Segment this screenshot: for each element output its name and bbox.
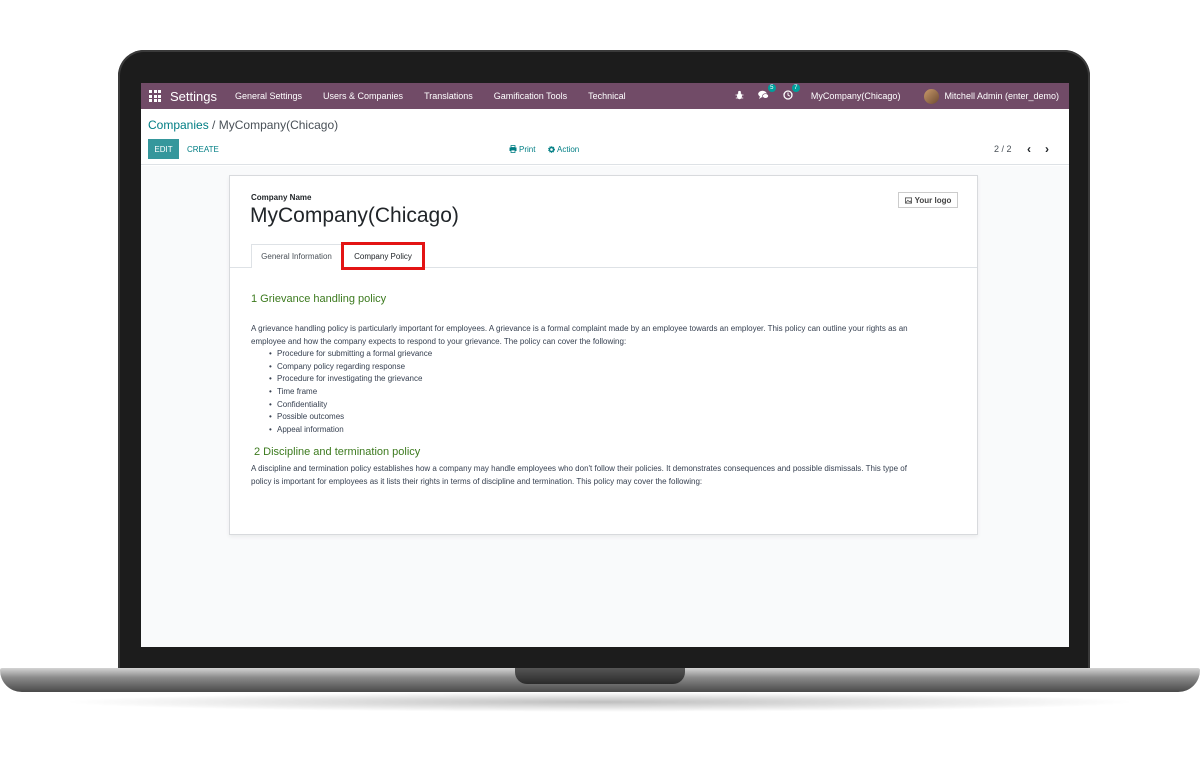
app-title[interactable]: Settings — [170, 89, 217, 104]
list-item: Confidentiality — [269, 399, 432, 412]
clock-icon[interactable]: 7 — [783, 83, 800, 103]
bug-icon[interactable] — [735, 90, 744, 103]
user-name: Mitchell Admin (enter_demo) — [944, 91, 1059, 101]
logo-label: Your logo — [914, 195, 952, 205]
list-item: Time frame — [269, 386, 432, 399]
section-title-discipline: 2 Discipline and termination policy — [254, 446, 421, 458]
pager-previous-icon[interactable]: ‹ — [1027, 139, 1031, 159]
image-icon — [904, 196, 912, 204]
logo-button[interactable]: Your logo — [898, 192, 958, 208]
tab-general-information[interactable]: General Information — [251, 244, 342, 268]
action-label: Action — [557, 144, 580, 154]
laptop-notch — [515, 668, 685, 684]
edit-button[interactable]: EDIT — [148, 139, 179, 159]
action-button[interactable]: Action — [548, 139, 579, 159]
pager-value[interactable]: 2 / 2 — [994, 139, 1012, 159]
list-item: Company policy regarding response — [269, 361, 432, 374]
form-tabs: General Information Company Policy — [230, 242, 977, 270]
screen: Settings General Settings Users & Compan… — [141, 83, 1069, 647]
breadcrumb-separator: / — [212, 118, 216, 132]
chat-icon[interactable]: 5 — [758, 83, 776, 103]
menu-general-settings[interactable]: General Settings — [235, 91, 302, 101]
user-menu[interactable]: Mitchell Admin (enter_demo) — [924, 88, 1059, 104]
company-name[interactable]: MyCompany(Chicago) — [250, 204, 459, 228]
apps-grid-icon[interactable] — [148, 89, 162, 103]
company-switcher[interactable]: MyCompany(Chicago) — [811, 91, 901, 101]
list-item: Procedure for investigating the grievanc… — [269, 373, 432, 386]
menu-gamification-tools[interactable]: Gamification Tools — [494, 91, 567, 101]
messages-badge: 5 — [767, 83, 776, 92]
list-item: Procedure for submitting a formal grieva… — [269, 348, 432, 361]
breadcrumb-companies[interactable]: Companies — [148, 118, 209, 132]
breadcrumb-current: MyCompany(Chicago) — [218, 118, 339, 132]
activities-badge: 7 — [791, 83, 800, 92]
menu-users-companies[interactable]: Users & Companies — [323, 91, 403, 101]
print-icon — [509, 145, 517, 153]
tab-company-policy[interactable]: Company Policy — [343, 244, 423, 268]
section1-paragraph-line1: A grievance handling policy is particula… — [251, 324, 908, 333]
gear-icon — [548, 145, 555, 153]
menu-technical[interactable]: Technical — [588, 91, 626, 101]
print-button[interactable]: Print — [509, 139, 535, 159]
navbar-systray: 5 7 MyCompany(Chicago) Mitchell Admin (e… — [735, 83, 1069, 109]
grievance-list: Procedure for submitting a formal grieva… — [269, 348, 432, 437]
top-navbar: Settings General Settings Users & Compan… — [141, 83, 1069, 109]
create-button[interactable]: CREATE — [187, 139, 219, 159]
breadcrumb: Companies / MyCompany(Chicago) — [148, 118, 338, 132]
section-title-grievance: 1 Grievance handling policy — [251, 293, 387, 305]
form-sheet: Company Name MyCompany(Chicago) Your log… — [229, 175, 978, 535]
print-label: Print — [519, 144, 536, 154]
control-panel: Companies / MyCompany(Chicago) EDIT CREA… — [141, 109, 1069, 165]
list-item: Appeal information — [269, 424, 432, 437]
list-item: Possible outcomes — [269, 411, 432, 424]
laptop-shadow — [60, 692, 1140, 712]
menu-translations[interactable]: Translations — [424, 91, 473, 101]
section1-paragraph-line2: employee and how the company expects to … — [251, 336, 627, 346]
section2-paragraph-line2: policy is important for employees as it … — [251, 476, 703, 486]
company-name-label: Company Name — [251, 193, 312, 202]
avatar — [924, 88, 940, 104]
section2-paragraph-line1: A discipline and termination policy esta… — [251, 464, 907, 473]
pager-next-icon[interactable]: › — [1045, 139, 1049, 159]
